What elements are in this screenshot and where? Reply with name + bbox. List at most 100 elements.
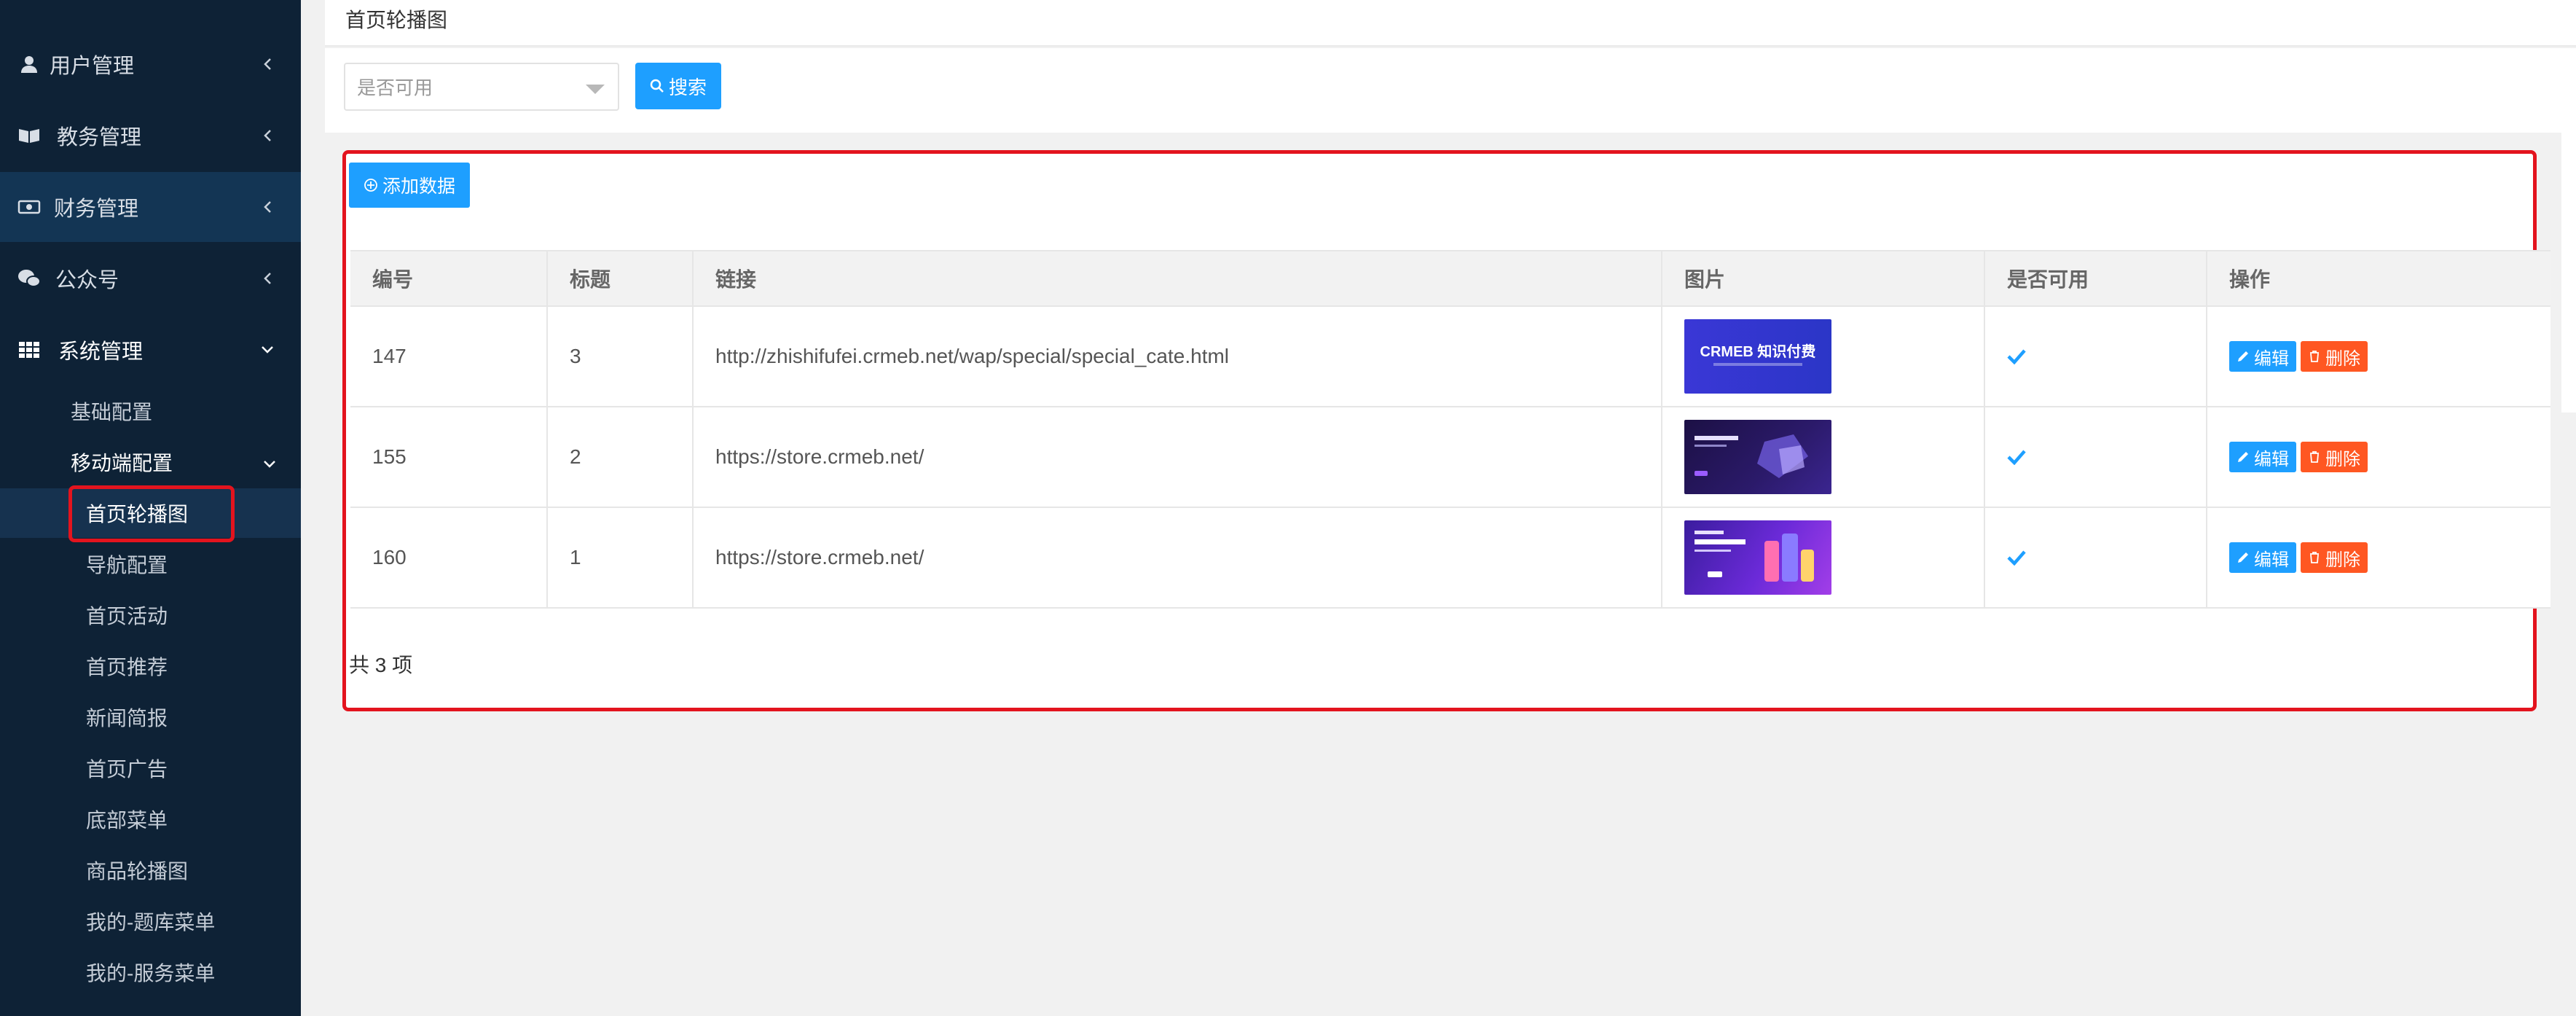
thumbnail-text: CRMEB 知识付费 [1700, 344, 1816, 360]
total-count: 共 3 项 [349, 654, 413, 676]
cell-enabled [1985, 407, 2207, 507]
edit-button[interactable]: 编辑 [2229, 341, 2296, 372]
chevron-left-icon [260, 200, 275, 214]
header-actions: 操作 [2229, 268, 2271, 291]
trash-icon [2310, 351, 2319, 362]
cell-enabled [1985, 508, 2207, 607]
table-row: 155 2 https://store.crmeb.net/ 编辑 删除 [350, 407, 2551, 508]
pencil-icon [2238, 452, 2248, 462]
cell-image: CRMEB 知识付费 [1662, 307, 1985, 406]
sidebar-subitem-label: 首页轮播图 [86, 503, 189, 525]
sidebar-item-finance-management[interactable]: 财务管理 [0, 172, 301, 242]
sidebar-item-user-management[interactable]: 用户管理 [0, 29, 301, 99]
edit-label: 编辑 [2254, 348, 2289, 369]
sidebar-subitem-label: 商品轮播图 [86, 860, 189, 883]
delete-button[interactable]: 删除 [2301, 542, 2368, 573]
sidebar-subitem-nav-config[interactable]: 导航配置 [0, 539, 301, 589]
sidebar-subitem-label: 首页活动 [86, 605, 168, 628]
edit-button[interactable]: 编辑 [2229, 542, 2296, 573]
cell-link: https://store.crmeb.net/ [694, 508, 1662, 607]
sidebar-subitem-label: 新闻简报 [86, 707, 168, 730]
sidebar-subitem-product-carousel[interactable]: 商品轮播图 [0, 845, 301, 895]
cell-actions: 编辑 删除 [2207, 307, 2551, 406]
trash-icon [2310, 451, 2319, 463]
page-header: 首页轮播图 [325, 0, 2576, 47]
sidebar-subitem-home-ads[interactable]: 首页广告 [0, 743, 301, 793]
sidebar-subitem-home-activity[interactable]: 首页活动 [0, 590, 301, 640]
sidebar-item-system-management[interactable]: 系统管理 [0, 315, 301, 385]
check-icon [2007, 450, 2026, 465]
delete-button[interactable]: 删除 [2301, 341, 2368, 372]
cell-title: 3 [548, 307, 694, 406]
chevron-down-icon [260, 343, 275, 357]
page-edge [2561, 48, 2576, 413]
sidebar-subitem-my-question-menu[interactable]: 我的-题库菜单 [0, 896, 301, 946]
carousel-table: 编号 标题 链接 图片 是否可用 操作 147 3 http://zhishif… [350, 250, 2551, 609]
chevron-left-icon [260, 57, 275, 71]
sidebar-subitem-news-brief[interactable]: 新闻简报 [0, 692, 301, 742]
table-header: 编号 标题 链接 图片 是否可用 操作 [350, 250, 2551, 307]
cell-actions: 编辑 删除 [2207, 407, 2551, 507]
carousel-thumbnail[interactable] [1684, 420, 1831, 494]
header-image: 图片 [1662, 251, 1985, 305]
plus-circle-icon [364, 179, 377, 192]
sidebar-subitem-mobile-config[interactable]: 移动端配置 [0, 437, 301, 487]
delete-label: 删除 [2325, 348, 2360, 369]
add-data-button[interactable]: 添加数据 [349, 163, 470, 208]
delete-button[interactable]: 删除 [2301, 442, 2368, 472]
thumbnail-art [1695, 434, 1808, 478]
check-icon [2007, 550, 2026, 566]
sidebar-subitem-label: 基础配置 [71, 401, 153, 423]
header-enabled: 是否可用 [1985, 251, 2207, 305]
pencil-icon [2238, 351, 2248, 362]
search-button[interactable]: 搜索 [635, 63, 721, 109]
enabled-select[interactable]: 是否可用 [344, 63, 619, 111]
sidebar: 用户管理 教务管理 财务管理 公众号 系统管理 基础配置 移动端配置 首页轮播图… [0, 0, 301, 1016]
wechat-icon [16, 267, 42, 289]
sidebar-subitem-label: 我的-服务菜单 [86, 962, 216, 985]
cell-link: https://store.crmeb.net/ [694, 407, 1662, 507]
pencil-icon [2238, 552, 2248, 563]
sidebar-item-top-partial[interactable] [0, 0, 301, 25]
book-icon [16, 125, 42, 146]
carousel-thumbnail[interactable] [1684, 520, 1831, 595]
user-icon [16, 53, 42, 75]
chevron-left-icon [260, 271, 275, 286]
cell-enabled [1985, 307, 2207, 406]
caret-down-icon [586, 85, 605, 94]
sidebar-subitem-label: 导航配置 [86, 554, 168, 577]
cell-image [1662, 407, 1985, 507]
sidebar-subitem-home-carousel[interactable]: 首页轮播图 [0, 485, 301, 542]
filter-bar: 是否可用 搜索 [325, 48, 2576, 133]
sidebar-subitem-bottom-menu[interactable]: 底部菜单 [0, 794, 301, 844]
sidebar-subitem-my-service-menu[interactable]: 我的-服务菜单 [0, 947, 301, 997]
money-icon [16, 196, 42, 218]
sidebar-subitem-label: 底部菜单 [86, 809, 168, 832]
header-title: 标题 [548, 251, 694, 305]
edit-label: 编辑 [2254, 449, 2289, 469]
thumbnail-art [1695, 531, 1814, 582]
page-title: 首页轮播图 [345, 9, 448, 31]
edit-button[interactable]: 编辑 [2229, 442, 2296, 472]
sidebar-subitem-home-recommend[interactable]: 首页推荐 [0, 641, 301, 691]
sidebar-item-label: 系统管理 [58, 340, 144, 364]
sidebar-item-label: 财务管理 [54, 198, 139, 221]
edit-label: 编辑 [2254, 550, 2289, 570]
chevron-down-icon [263, 450, 276, 474]
sidebar-item-label: 用户管理 [50, 55, 135, 78]
delete-label: 删除 [2325, 550, 2360, 570]
sidebar-item-official-account[interactable]: 公众号 [0, 243, 301, 313]
check-icon [2007, 349, 2026, 364]
chevron-left-icon [260, 128, 275, 143]
carousel-thumbnail[interactable]: CRMEB 知识付费 [1684, 319, 1831, 394]
sidebar-subitem-label: 移动端配置 [71, 452, 173, 474]
header-id: 编号 [350, 251, 548, 305]
table-row: 147 3 http://zhishifufei.crmeb.net/wap/s… [350, 307, 2551, 407]
select-placeholder: 是否可用 [357, 77, 433, 99]
cell-title: 1 [548, 508, 694, 607]
sidebar-subitem-label: 首页广告 [86, 758, 168, 781]
sidebar-subitem-basic-config[interactable]: 基础配置 [0, 386, 301, 436]
grid-icon [16, 339, 42, 361]
sidebar-item-academic-management[interactable]: 教务管理 [0, 101, 301, 171]
cell-actions: 编辑 删除 [2207, 508, 2551, 607]
